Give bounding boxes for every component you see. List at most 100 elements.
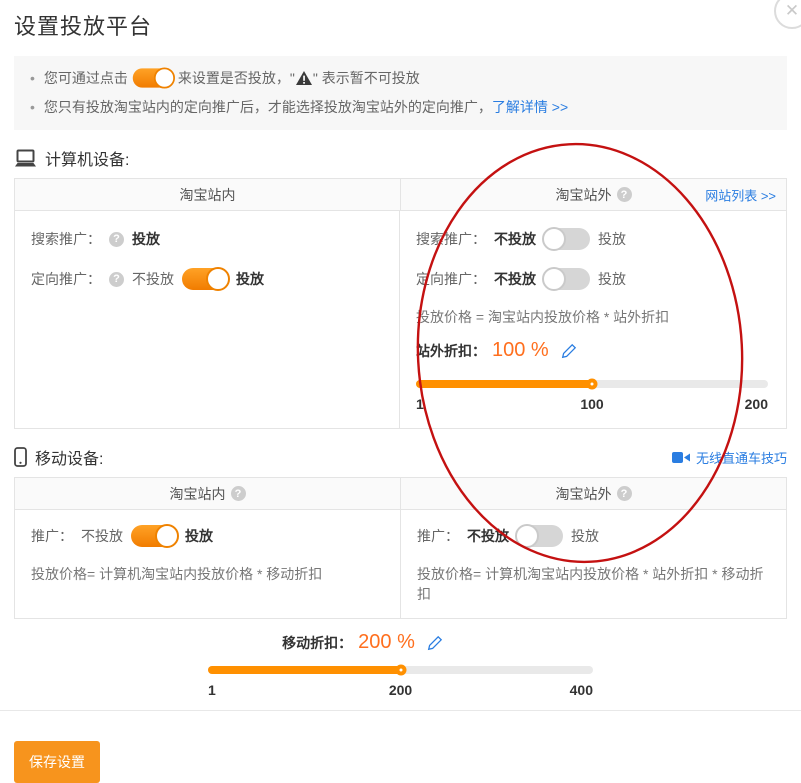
toggle-knob [542,267,566,291]
slider-fill [208,666,401,674]
computer-section-header: 计算机设备: [14,146,787,170]
save-settings-button[interactable]: 保存设置 [14,741,100,783]
mobile-discount-slider[interactable] [208,666,593,674]
notice-line-1: • 您可通过点击 来设置是否投放，" " 表示暂不可投放 [30,67,771,89]
target-promo-on-label: 投放 [236,269,264,289]
toggle-knob [206,267,230,291]
promo-label: 推广： [31,526,73,546]
example-toggle [133,68,173,87]
computer-icon [14,149,37,168]
wireless-tips-link[interactable]: 无线直通车技巧 [672,448,787,467]
computer-table: 淘宝站内 淘宝站外 ? 网站列表 >> 搜索推广： ? 投放 定向推广： ? 不… [14,178,787,429]
slider-mid-label: 200 [336,682,464,698]
mobile-section-header: 移动设备: 无线直通车技巧 [14,445,787,469]
offsite-discount-value: 100 % [492,339,549,362]
help-icon[interactable]: ? [617,486,632,501]
computer-offsite-search-toggle[interactable] [544,228,590,250]
notice-2-text: 您只有投放淘宝站内的定向推广后，才能选择投放淘宝站外的定向推广， [44,96,492,118]
toggle-knob [515,524,539,548]
computer-onsite-cell: 搜索推广： ? 投放 定向推广： ? 不投放 投放 [15,211,399,428]
computer-onsite-target-toggle[interactable] [182,268,228,290]
bullet-dot: • [30,67,35,89]
target-promo-label: 定向推广： [416,269,486,289]
edit-pencil-icon[interactable] [427,635,443,651]
target-promo-off-label: 不投放 [132,269,174,289]
slider-handle[interactable] [395,665,406,676]
promo-off-label: 不投放 [81,526,123,546]
search-promo-value: 投放 [132,229,160,249]
learn-more-link[interactable]: 了解详情 >> [492,96,568,118]
notice-line-2: • 您只有投放淘宝站内的定向推广后，才能选择投放淘宝站外的定向推广， 了解详情 … [30,96,771,118]
target-promo-label: 定向推广： [31,269,101,289]
mobile-discount-area: 移动折扣： 200 % 1 200 400 [208,631,593,698]
mobile-table-header: 淘宝站内 ? 淘宝站外 ? [15,478,786,510]
slider-mid-label: 100 [533,396,650,412]
mobile-discount-value: 200 % [358,631,415,654]
search-promo-off-label: 不投放 [494,229,536,249]
mobile-discount-label: 移动折扣： [282,633,352,653]
computer-onsite-header: 淘宝站内 [15,179,400,210]
computer-onsite-search-row: 搜索推广： ? 投放 [31,227,383,251]
mobile-onsite-header: 淘宝站内 ? [15,478,400,509]
mobile-onsite-price-formula: 投放价格= 计算机淘宝站内投放价格 * 移动折扣 [31,564,384,584]
slider-max-label: 400 [465,682,593,698]
offsite-discount-label: 站外折扣： [416,341,486,361]
slider-max-label: 200 [651,396,768,412]
mobile-onsite-header-label: 淘宝站内 [170,484,226,504]
offsite-price-formula: 投放价格 = 淘宝站内投放价格 * 站外折扣 [416,307,768,327]
mobile-onsite-cell: 推广： 不投放 投放 投放价格= 计算机淘宝站内投放价格 * 移动折扣 [15,510,400,618]
computer-offsite-header: 淘宝站外 ? 网站列表 >> [400,179,786,210]
mobile-offsite-cell: 推广： 不投放 投放 投放价格= 计算机淘宝站内投放价格 * 站外折扣 * 移动… [400,510,786,618]
mobile-slider-labels: 1 200 400 [208,682,593,698]
computer-offsite-target-row: 定向推广： 不投放 投放 [416,267,768,291]
target-promo-off-label: 不投放 [494,269,536,289]
search-promo-label: 搜索推广： [31,229,101,249]
computer-section-title: 计算机设备: [45,146,129,170]
mobile-offsite-promo-toggle[interactable] [517,525,563,547]
dialog-footer: 保存设置 [0,710,801,783]
help-icon[interactable]: ? [109,272,124,287]
offsite-discount-line: 站外折扣： 100 % [416,339,768,362]
help-icon[interactable]: ? [617,187,632,202]
promo-off-label: 不投放 [467,526,509,546]
mobile-offsite-header: 淘宝站外 ? [400,478,786,509]
mobile-offsite-header-label: 淘宝站外 [556,484,612,504]
search-promo-label: 搜索推广： [416,229,486,249]
offsite-discount-slider[interactable] [416,380,768,388]
notice-box: • 您可通过点击 来设置是否投放，" " 表示暂不可投放 • 您只有投放淘宝站内… [14,56,787,130]
toggle-knob [154,67,175,88]
toggle-knob [542,227,566,251]
computer-onsite-header-label: 淘宝站内 [180,185,236,205]
slider-handle[interactable] [587,379,598,390]
wireless-tips-label: 无线直通车技巧 [696,448,787,467]
video-camera-icon [672,451,691,464]
promo-label: 推广： [417,526,459,546]
search-promo-on-label: 投放 [598,229,626,249]
mobile-offsite-promo-row: 推广： 不投放 投放 [417,524,770,548]
computer-offsite-target-toggle[interactable] [544,268,590,290]
bullet-dot: • [30,96,35,118]
site-list-link[interactable]: 网站列表 >> [705,185,776,204]
warning-icon [296,71,312,85]
slider-fill [416,380,592,388]
mobile-onsite-promo-row: 推广： 不投放 投放 [31,524,384,548]
notice-1-pre: 您可通过点击 [44,67,128,89]
computer-offsite-cell: 搜索推广： 不投放 投放 定向推广： 不投放 投放 投放价格 = 淘宝站内投放价… [399,211,786,428]
mobile-icon [14,447,27,467]
help-icon[interactable]: ? [109,232,124,247]
slider-min-label: 1 [208,682,336,698]
help-icon[interactable]: ? [231,486,246,501]
promo-on-label: 投放 [185,526,213,546]
promo-on-label: 投放 [571,526,599,546]
target-promo-on-label: 投放 [598,269,626,289]
edit-pencil-icon[interactable] [561,343,577,359]
computer-offsite-header-label: 淘宝站外 [556,185,612,205]
mobile-table: 淘宝站内 ? 淘宝站外 ? 推广： 不投放 投放 投放价格= 计算机淘宝站内投放… [14,477,787,619]
mobile-onsite-promo-toggle[interactable] [131,525,177,547]
mobile-section-title: 移动设备: [35,445,103,469]
mobile-offsite-price-formula: 投放价格= 计算机淘宝站内投放价格 * 站外折扣 * 移动折扣 [417,564,770,604]
slider-min-label: 1 [416,396,533,412]
notice-1-post: " 表示暂不可投放 [313,67,420,89]
page-title: 设置投放平台 [0,0,801,41]
offsite-slider-labels: 1 100 200 [416,396,768,412]
